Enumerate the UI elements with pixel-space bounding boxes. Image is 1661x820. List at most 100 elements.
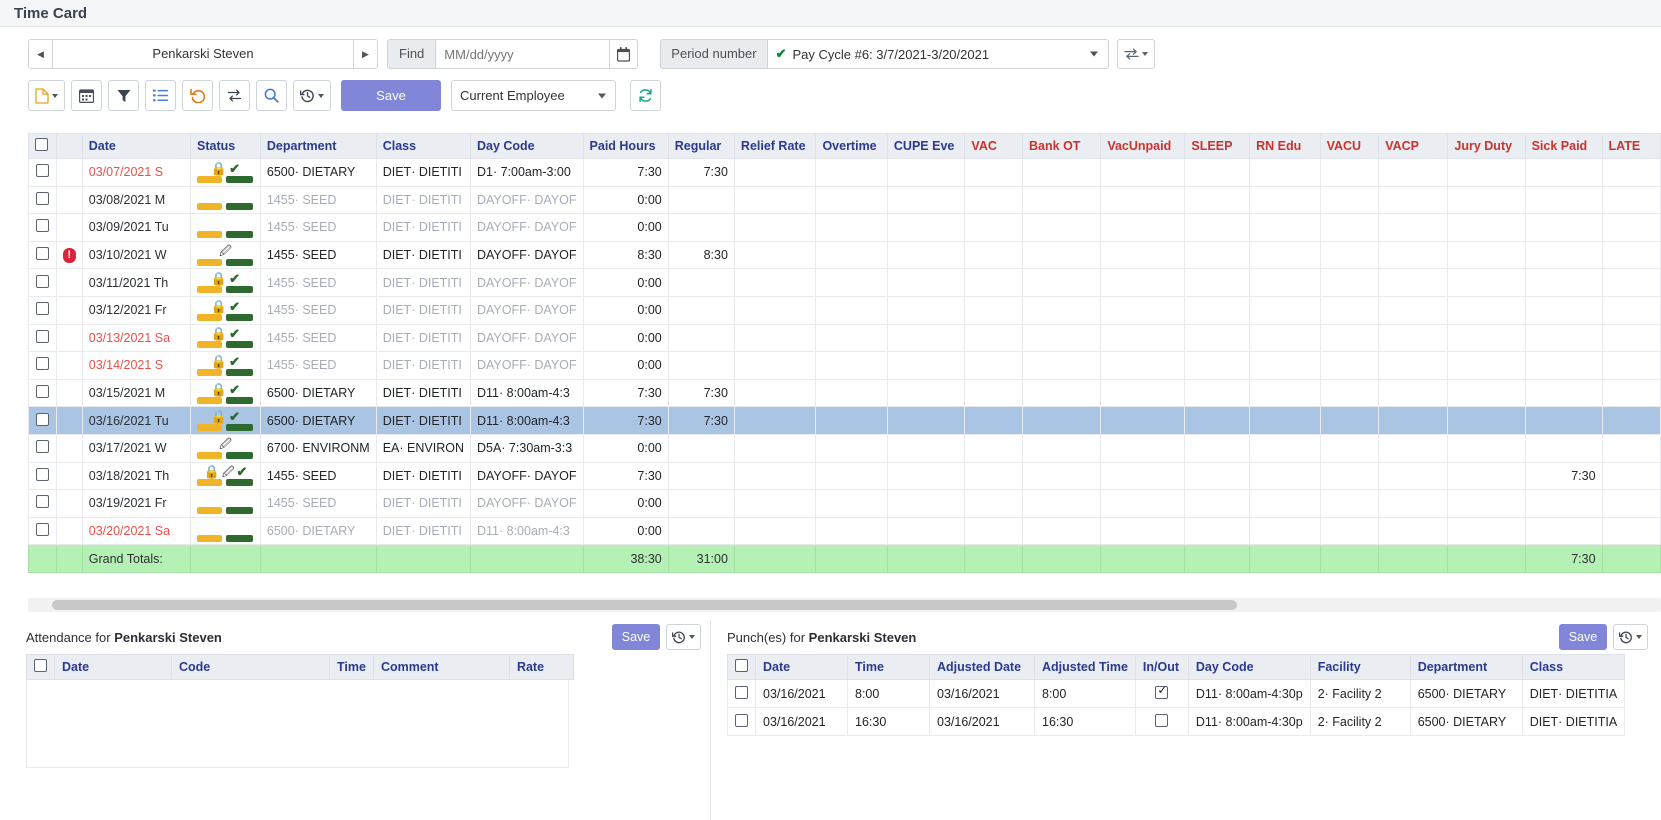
cell-status[interactable]: 🖉 <box>190 240 261 270</box>
row-select-cell[interactable] <box>28 268 57 297</box>
cell-status[interactable]: 🔒 ✔ <box>190 323 261 353</box>
cell-status[interactable]: 🔒 ✔ <box>190 268 261 297</box>
cell-date[interactable]: 03/08/2021 M <box>81 185 192 215</box>
chevron-right-icon[interactable]: ▶ <box>353 40 377 68</box>
cell-department[interactable]: 6700· ENVIRONM <box>259 433 377 463</box>
cell-empty[interactable] <box>1184 213 1251 242</box>
cell-day-code[interactable]: D11· 8:00am-4:3 <box>469 516 584 546</box>
cell-class[interactable]: DIET· DIETITI <box>375 516 471 546</box>
cell-date[interactable]: 03/09/2021 Tu <box>81 213 192 242</box>
cell-empty[interactable] <box>1378 433 1449 463</box>
row-select-cell[interactable] <box>28 461 57 491</box>
cell-empty[interactable] <box>815 240 888 270</box>
employee-name-display[interactable]: Penkarski Steven <box>53 40 353 68</box>
cell-empty[interactable] <box>964 323 1024 353</box>
cell-jury-duty[interactable] <box>1447 378 1526 408</box>
cell-empty[interactable] <box>1022 158 1102 187</box>
cell-class[interactable]: DIET· DIETITI <box>375 295 471 325</box>
cell-empty[interactable] <box>1319 461 1380 491</box>
cell-empty[interactable] <box>886 406 966 435</box>
cell-empty[interactable] <box>1378 351 1449 380</box>
cell-class[interactable]: DIET· DIETITI <box>375 378 471 408</box>
cell-empty[interactable] <box>1319 213 1380 242</box>
punch-row-checkbox[interactable] <box>735 685 748 699</box>
cell-jury-duty[interactable] <box>1447 461 1526 491</box>
cell-late[interactable] <box>1601 378 1661 408</box>
cell-late[interactable] <box>1601 433 1661 463</box>
cell-day-code[interactable]: DAYOFF· DAYOF <box>469 185 584 215</box>
cell-empty[interactable] <box>1022 323 1102 353</box>
cell-empty[interactable] <box>815 489 888 518</box>
cell-empty[interactable] <box>964 185 1024 215</box>
select-all-header[interactable] <box>28 133 57 159</box>
cell-department[interactable]: 6500· DIETARY <box>259 516 377 546</box>
cell-empty[interactable] <box>886 295 966 325</box>
cell-date[interactable]: 03/18/2021 Th <box>81 461 192 491</box>
row-select-cell[interactable] <box>28 158 57 187</box>
punch-cell-date[interactable]: 03/16/2021 <box>755 707 848 736</box>
row-checkbox[interactable] <box>35 191 49 205</box>
cell-regular[interactable] <box>667 461 735 491</box>
cell-empty[interactable] <box>733 323 817 353</box>
cell-department[interactable]: 1455· SEED <box>259 461 377 491</box>
punch-in-out-checkbox[interactable] <box>1155 713 1169 727</box>
cell-department[interactable]: 1455· SEED <box>259 185 377 215</box>
cell-jury-duty[interactable] <box>1447 406 1526 435</box>
cell-empty[interactable] <box>1249 378 1321 408</box>
cell-paid-hours[interactable]: 7:30 <box>582 158 669 187</box>
cell-class[interactable]: DIET· DIETITI <box>375 268 471 297</box>
punch-cell-in-out[interactable] <box>1134 679 1189 708</box>
cell-empty[interactable] <box>1319 406 1380 435</box>
calendar-button[interactable] <box>71 80 102 111</box>
scope-select[interactable]: Current Employee <box>451 80 616 111</box>
cell-late[interactable] <box>1601 213 1661 242</box>
cell-day-code[interactable]: DAYOFF· DAYOF <box>469 240 584 270</box>
cell-jury-duty[interactable] <box>1447 213 1526 242</box>
cell-empty[interactable] <box>1184 158 1251 187</box>
punch-cell-class[interactable]: DIET· DIETITIA <box>1521 707 1626 736</box>
row-select-cell[interactable] <box>28 351 57 380</box>
cell-date[interactable]: 03/19/2021 Fr <box>81 489 192 518</box>
punch-select-cell[interactable] <box>727 679 756 708</box>
cell-empty[interactable] <box>1022 516 1102 546</box>
cell-empty[interactable] <box>1022 461 1102 491</box>
cell-regular[interactable] <box>667 489 735 518</box>
punch-cell-class[interactable]: DIET· DIETITIA <box>1521 679 1626 708</box>
cell-empty[interactable] <box>1100 461 1186 491</box>
cell-empty[interactable] <box>886 323 966 353</box>
cell-empty[interactable] <box>964 268 1024 297</box>
row-checkbox[interactable] <box>35 302 49 316</box>
grid-hscrollbar-thumb[interactable] <box>52 600 1237 610</box>
cell-late[interactable] <box>1601 406 1661 435</box>
cell-class[interactable]: DIET· DIETITI <box>375 158 471 187</box>
row-select-cell[interactable] <box>28 378 57 408</box>
cell-empty[interactable] <box>733 489 817 518</box>
cell-empty[interactable] <box>886 213 966 242</box>
cell-date[interactable]: 03/07/2021 S <box>81 158 192 187</box>
refresh-button[interactable] <box>630 80 661 111</box>
cell-class[interactable]: DIET· DIETITI <box>375 185 471 215</box>
cell-class[interactable]: DIET· DIETITI <box>375 213 471 242</box>
cell-status[interactable] <box>190 489 261 518</box>
cell-department[interactable]: 6500· DIETARY <box>259 406 377 435</box>
cell-empty[interactable] <box>886 351 966 380</box>
punch-cell-adjusted-date[interactable]: 03/16/2021 <box>929 707 1035 736</box>
row-checkbox[interactable] <box>35 385 49 399</box>
punch-cell-day-code[interactable]: D11· 8:00am-4:30p <box>1187 679 1311 708</box>
cell-paid-hours[interactable]: 0:00 <box>582 433 669 463</box>
cell-date[interactable]: 03/12/2021 Fr <box>81 295 192 325</box>
cell-empty[interactable] <box>733 213 817 242</box>
cell-late[interactable] <box>1601 489 1661 518</box>
cell-status[interactable]: 🔒 ✔ <box>190 406 261 435</box>
row-select-cell[interactable] <box>28 489 57 518</box>
punch-cell-day-code[interactable]: D11· 8:00am-4:30p <box>1187 707 1311 736</box>
cell-empty[interactable] <box>733 406 817 435</box>
attendance-history-button[interactable] <box>666 624 701 650</box>
cell-empty[interactable] <box>1022 185 1102 215</box>
cell-empty[interactable] <box>1184 489 1251 518</box>
cell-empty[interactable] <box>733 268 817 297</box>
cell-empty[interactable] <box>815 158 888 187</box>
cell-paid-hours[interactable]: 8:30 <box>582 240 669 270</box>
cell-empty[interactable] <box>815 516 888 546</box>
cell-empty[interactable] <box>1022 240 1102 270</box>
